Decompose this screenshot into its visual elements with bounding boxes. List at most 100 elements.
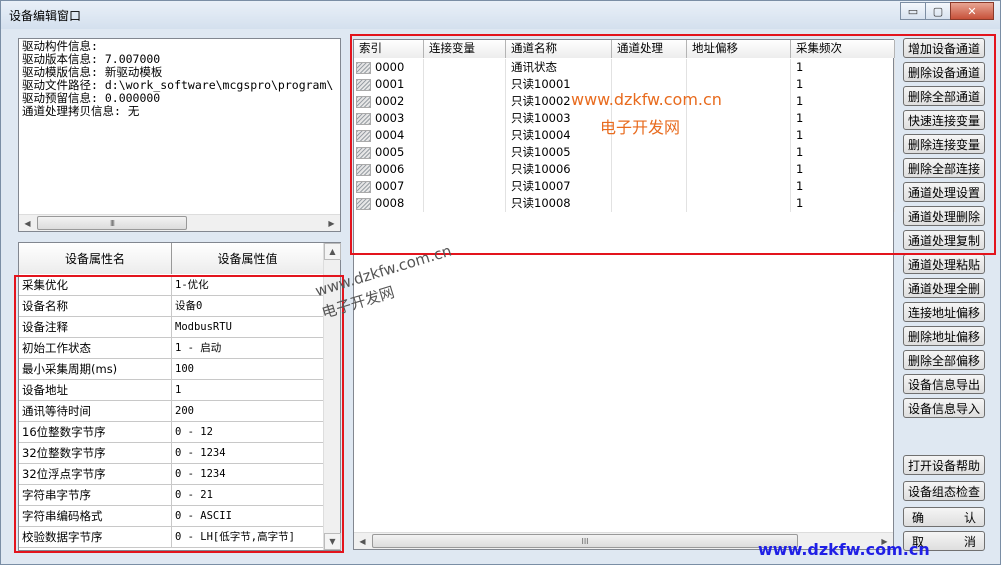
property-row[interactable]: 设备名称 设备0 (19, 296, 324, 317)
col-channel-name-header[interactable]: 通道名称 (506, 40, 612, 58)
scroll-thumb[interactable]: III (372, 534, 798, 548)
channel-variable (424, 178, 506, 195)
close-button[interactable]: ✕ (950, 2, 994, 20)
property-row[interactable]: 设备注释 ModbusRTU (19, 317, 324, 338)
property-row[interactable]: 最小采集周期(ms) 100 (19, 359, 324, 380)
channel-name: 只读10004 (506, 127, 612, 144)
action-button[interactable]: 通道处理删除 (903, 206, 985, 226)
channel-frequency: 1 (791, 161, 895, 178)
info-horizontal-scrollbar[interactable]: ◀ III ▶ (19, 214, 340, 231)
col-index-header[interactable]: 索引 (354, 40, 424, 58)
property-value[interactable]: 0 - ASCII (172, 506, 324, 526)
property-row[interactable]: 32位整数字节序 0 - 1234 (19, 443, 324, 464)
channel-row[interactable]: 0007 只读10007 1 (354, 178, 895, 195)
channel-index-text: 0002 (375, 94, 405, 108)
channel-index: 0002 (354, 93, 424, 110)
confirm-button[interactable]: 确 认 (903, 507, 985, 527)
property-row[interactable]: 通讯等待时间 200 (19, 401, 324, 422)
col-frequency-header[interactable]: 采集频次 (791, 40, 895, 58)
channel-address-offset (687, 127, 791, 144)
action-button[interactable]: 通道处理设置 (903, 182, 985, 202)
action-button[interactable]: 打开设备帮助 (903, 455, 985, 475)
property-value[interactable]: 0 - 12 (172, 422, 324, 442)
channel-name: 只读10007 (506, 178, 612, 195)
col-variable-header[interactable]: 连接变量 (424, 40, 506, 58)
channel-variable (424, 195, 506, 212)
action-button[interactable]: 增加设备通道 (903, 38, 985, 58)
driver-info-panel[interactable]: 驱动构件信息: 驱动版本信息: 7.007000 驱动模版信息: 新驱动模板 驱动文件… (18, 38, 341, 232)
scroll-thumb[interactable]: III (37, 216, 187, 230)
property-value[interactable]: 1 (172, 380, 324, 400)
channel-name: 只读10003 (506, 110, 612, 127)
property-row[interactable]: 字符串编码格式 0 - ASCII (19, 506, 324, 527)
channel-row[interactable]: 0000 通讯状态 1 (354, 59, 895, 76)
channel-index-text: 0003 (375, 111, 405, 125)
property-value[interactable]: 1 - 启动 (172, 338, 324, 358)
property-value[interactable]: 设备0 (172, 296, 324, 316)
channel-index: 0000 (354, 59, 424, 76)
property-name: 设备地址 (19, 380, 172, 400)
property-row[interactable]: 设备地址 1 (19, 380, 324, 401)
channel-frequency: 1 (791, 195, 895, 212)
scroll-down-icon[interactable]: ▼ (324, 533, 341, 550)
property-row[interactable]: 采集优化 1-优化 (19, 275, 324, 296)
property-row[interactable]: 32位浮点字节序 0 - 1234 (19, 464, 324, 485)
action-button[interactable]: 删除全部偏移 (903, 350, 985, 370)
channel-index: 0005 (354, 144, 424, 161)
scroll-up-icon[interactable]: ▲ (324, 243, 341, 260)
action-button[interactable]: 删除地址偏移 (903, 326, 985, 346)
channel-row-icon (356, 146, 371, 159)
action-button[interactable]: 删除设备通道 (903, 62, 985, 82)
action-button[interactable]: 删除全部通道 (903, 86, 985, 106)
confirm-label-left: 确 (912, 510, 925, 525)
property-value[interactable]: 100 (172, 359, 324, 379)
channel-frequency: 1 (791, 178, 895, 195)
property-row[interactable]: 字符串字节序 0 - 21 (19, 485, 324, 506)
title-bar[interactable]: 设备编辑窗口 ▭ ▢ ✕ (1, 1, 1000, 29)
minimize-button[interactable]: ▭ (900, 2, 926, 20)
action-button[interactable]: 通道处理全删 (903, 278, 985, 298)
channel-row-icon (356, 163, 371, 176)
scroll-left-icon[interactable]: ◀ (354, 533, 371, 549)
property-value[interactable]: 0 - 21 (172, 485, 324, 505)
channel-index-text: 0004 (375, 128, 405, 142)
property-row[interactable]: 16位整数字节序 0 - 12 (19, 422, 324, 443)
channel-address-offset (687, 178, 791, 195)
property-value[interactable]: 0 - LH[低字节,高字节] (172, 527, 324, 547)
channel-processing (612, 161, 687, 178)
action-button[interactable]: 通道处理复制 (903, 230, 985, 250)
channel-name: 只读10008 (506, 195, 612, 212)
property-row[interactable]: 校验数据字节序 0 - LH[低字节,高字节] (19, 527, 324, 548)
action-button[interactable]: 设备组态检查 (903, 481, 985, 501)
property-value[interactable]: ModbusRTU (172, 317, 324, 337)
action-button[interactable]: 设备信息导出 (903, 374, 985, 394)
channel-index: 0004 (354, 127, 424, 144)
property-value[interactable]: 0 - 1234 (172, 464, 324, 484)
property-value[interactable]: 1-优化 (172, 275, 324, 295)
channel-row-icon (356, 78, 371, 91)
window-title: 设备编辑窗口 (9, 9, 82, 23)
action-button[interactable]: 快速连接变量 (903, 110, 985, 130)
action-button[interactable]: 设备信息导入 (903, 398, 985, 418)
property-value[interactable]: 200 (172, 401, 324, 421)
col-processing-header[interactable]: 通道处理 (612, 40, 687, 58)
action-button[interactable]: 删除连接变量 (903, 134, 985, 154)
action-button[interactable]: 连接地址偏移 (903, 302, 985, 322)
channel-processing (612, 195, 687, 212)
channel-row[interactable]: 0008 只读10008 1 (354, 195, 895, 212)
scroll-left-icon[interactable]: ◀ (19, 215, 36, 231)
maximize-button[interactable]: ▢ (925, 2, 951, 20)
action-button[interactable]: 通道处理粘贴 (903, 254, 985, 274)
property-name: 32位整数字节序 (19, 443, 172, 463)
scroll-right-icon[interactable]: ▶ (323, 215, 340, 231)
channel-row-icon (356, 197, 371, 210)
property-name: 32位浮点字节序 (19, 464, 172, 484)
channel-variable (424, 127, 506, 144)
col-address-offset-header[interactable]: 地址偏移 (687, 40, 791, 58)
property-row[interactable]: 初始工作状态 1 - 启动 (19, 338, 324, 359)
channel-index: 0007 (354, 178, 424, 195)
action-button[interactable]: 删除全部连接 (903, 158, 985, 178)
property-value[interactable]: 0 - 1234 (172, 443, 324, 463)
channel-row[interactable]: 0005 只读10005 1 (354, 144, 895, 161)
channel-row[interactable]: 0006 只读10006 1 (354, 161, 895, 178)
